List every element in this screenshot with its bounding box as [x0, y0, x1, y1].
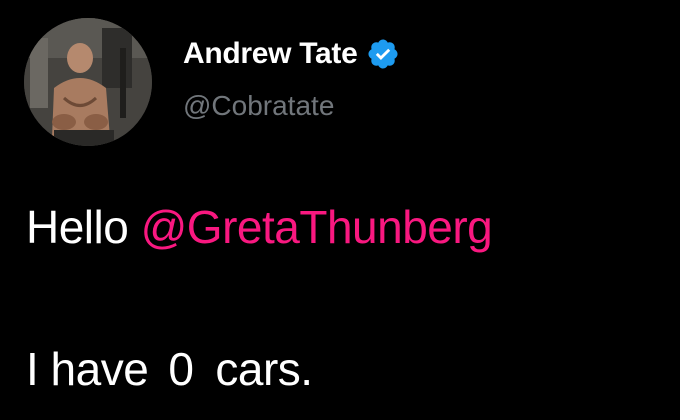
author-handle[interactable]: @Cobratate: [183, 86, 334, 126]
avatar-photo-icon: [24, 18, 152, 146]
tweet-text-cars: cars.: [215, 343, 313, 395]
mention-link[interactable]: @GretaThunberg: [141, 201, 493, 253]
tweet-text-hello: Hello: [26, 201, 129, 253]
verified-badge-icon: [366, 37, 400, 71]
author-display-name[interactable]: Andrew Tate: [183, 34, 358, 74]
tweet-text-number: 0: [168, 343, 194, 395]
tweet-line-2: I have 0 cars.: [26, 338, 492, 400]
author-avatar[interactable]: [24, 18, 152, 146]
author-name-row: Andrew Tate: [183, 34, 400, 74]
tweet-body: Hello @GretaThunberg I have 0 cars.: [26, 196, 493, 400]
tweet-line-1: Hello @GretaThunberg: [26, 196, 493, 258]
tweet-text-i-have: I have: [26, 343, 149, 395]
tweet-card: Andrew Tate @Cobratate Hello @GretaThunb…: [0, 0, 680, 420]
